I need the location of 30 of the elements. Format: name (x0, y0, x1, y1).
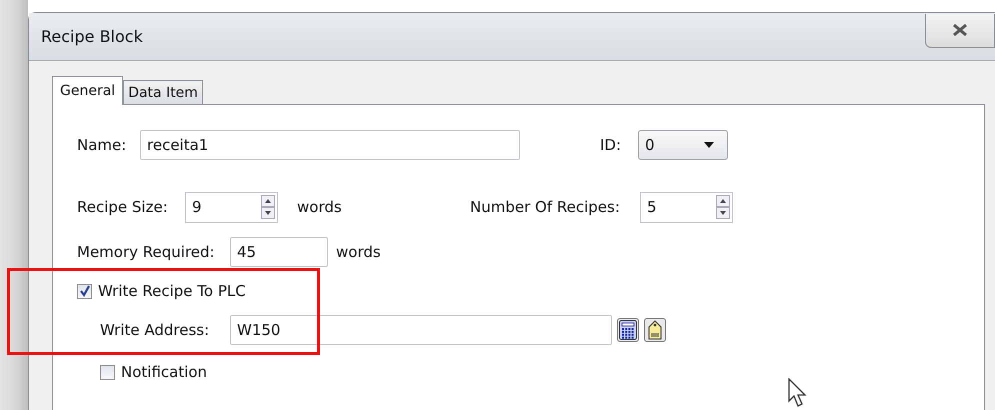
checkbox[interactable] (100, 364, 115, 380)
field-label: Memory Required: (77, 243, 216, 261)
checkbox[interactable] (77, 284, 92, 298)
tab[interactable]: Data Item (123, 80, 203, 104)
id-dropdown[interactable]: 0 (638, 130, 728, 160)
spin-arrows-icon (716, 195, 730, 219)
checkbox-label: Notification (121, 363, 208, 381)
spinner-field[interactable]: 9 (185, 192, 278, 222)
tab[interactable]: General (52, 76, 124, 105)
field-label: Write Address: (100, 321, 210, 339)
calculator-button[interactable] (617, 318, 639, 342)
caret-icon (703, 141, 715, 149)
unit-label: words (336, 243, 381, 261)
field-label: Number Of Recipes: (470, 198, 621, 216)
input-field[interactable]: W150 (230, 315, 612, 345)
field-label: Name: (77, 136, 128, 154)
unit-label: words (297, 198, 343, 216)
window-title: Recipe Block (41, 27, 143, 46)
close-icon (952, 24, 968, 36)
spinner-field[interactable]: 5 (640, 192, 733, 222)
field-label: ID: (600, 136, 622, 154)
input-field[interactable]: 45 (230, 237, 328, 267)
field-label: Recipe Size: (77, 198, 169, 216)
tag-button[interactable] (644, 318, 666, 342)
tag-icon (646, 320, 664, 340)
calculator-icon (619, 320, 637, 340)
checkbox-label: Write Recipe To PLC (98, 282, 246, 300)
close-button[interactable] (925, 14, 995, 48)
input-field[interactable]: receita1 (140, 130, 520, 160)
spin-arrows-icon (261, 195, 275, 219)
